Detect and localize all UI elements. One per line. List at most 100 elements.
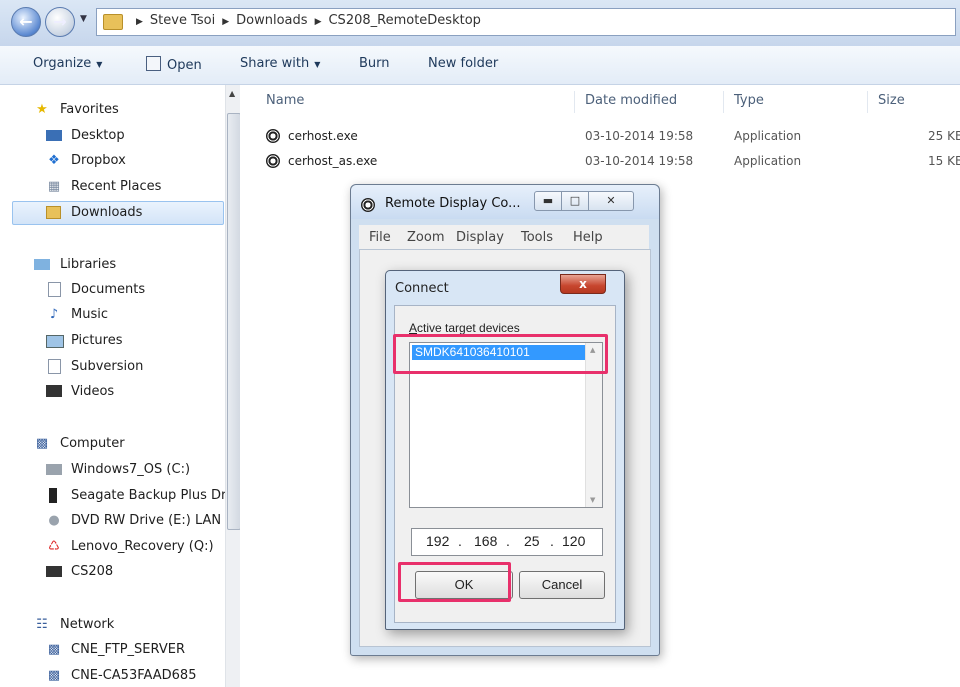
nav-videos[interactable]: Videos [0, 381, 225, 403]
address-bar: ← → ▼ ▶ Steve Tsoi ▶ Downloads ▶ CS208_Remote… [0, 0, 960, 46]
pictures-icon [46, 335, 64, 348]
open-button[interactable]: Open [146, 56, 202, 73]
nav-windows7-os[interactable]: Windows7_OS (C:) [0, 459, 225, 481]
nav-label: Music [71, 307, 108, 322]
file-type: Application [734, 129, 802, 143]
share-with-button[interactable]: Share with ▼ [240, 56, 320, 71]
cancel-button[interactable]: Cancel [519, 571, 605, 599]
chevron-right-icon[interactable]: ▶ [315, 17, 322, 27]
nav-subversion[interactable]: Subversion [0, 356, 225, 378]
nav-cs208[interactable]: CS208 [0, 561, 225, 583]
nav-dropbox[interactable]: ❖ Dropbox [0, 150, 225, 172]
table-row[interactable]: cerhost_as.exe 03-10-2014 19:58 Applicat… [262, 150, 960, 174]
computer-icon: ▩ [35, 436, 49, 451]
menu-file[interactable]: File [369, 230, 391, 245]
nav-label: Desktop [71, 128, 125, 143]
remote-display-title: Remote Display Co... [385, 196, 521, 211]
libraries-icon [34, 259, 50, 270]
organize-button[interactable]: Organize ▼ [33, 56, 102, 71]
nav-computer[interactable]: ▩ Computer [0, 433, 225, 455]
burn-button[interactable]: Burn [359, 56, 390, 71]
nav-label: Libraries [60, 257, 117, 272]
chevron-right-icon[interactable]: ▶ [222, 17, 229, 27]
recent-pages-dropdown-icon[interactable]: ▼ [80, 14, 87, 24]
column-divider[interactable] [723, 91, 724, 113]
new-folder-button[interactable]: New folder [428, 56, 498, 71]
nav-cne-ftp-server[interactable]: ▩ CNE_FTP_SERVER [0, 639, 225, 661]
nav-lenovo-recovery[interactable]: ♺ Lenovo_Recovery (Q:) [0, 536, 225, 558]
share-with-label: Share with [240, 56, 310, 71]
column-header-name[interactable]: Name [266, 93, 304, 108]
minimize-button[interactable]: ▬ [534, 191, 562, 211]
minimize-icon: ▬ [542, 194, 554, 207]
nav-label: Computer [60, 436, 125, 451]
nav-recent-places[interactable]: ▦ Recent Places [0, 176, 225, 198]
forward-arrow-icon[interactable]: → [45, 7, 75, 37]
column-header-size[interactable]: Size [878, 93, 905, 108]
close-button[interactable]: ✕ [588, 191, 634, 211]
menu-display[interactable]: Display [456, 230, 504, 245]
menu-tools[interactable]: Tools [521, 230, 553, 245]
menu-help[interactable]: Help [573, 230, 603, 245]
nav-libraries[interactable]: Libraries [0, 254, 225, 276]
subversion-icon [48, 359, 61, 374]
back-arrow-icon[interactable]: ← [11, 7, 41, 37]
table-row[interactable]: cerhost.exe 03-10-2014 19:58 Application… [262, 125, 960, 149]
breadcrumb-item[interactable]: CS208_RemoteDesktop [328, 13, 480, 28]
application-icon [266, 154, 280, 168]
nav-label: Favorites [60, 102, 119, 117]
column-header-date-modified[interactable]: Date modified [585, 93, 677, 108]
label-text: ctive target devices [417, 321, 520, 335]
breadcrumb-item[interactable]: Steve Tsoi [150, 13, 215, 28]
dropbox-icon: ❖ [48, 153, 60, 168]
ip-octet-1[interactable]: 192 [426, 533, 449, 549]
folder-icon [103, 14, 123, 30]
address-field[interactable]: ▶ Steve Tsoi ▶ Downloads ▶ CS208_RemoteDeskto… [96, 8, 956, 36]
menu-zoom[interactable]: Zoom [407, 230, 444, 245]
breadcrumb-item[interactable]: Downloads [236, 13, 307, 28]
ip-address-field[interactable]: 192 . 168 . 25 . 120 [411, 528, 603, 556]
close-button[interactable]: x [560, 274, 606, 294]
active-target-devices-label: Active target devices [409, 321, 520, 335]
scrollbar-thumb[interactable] [227, 113, 241, 530]
file-size: 15 KB [928, 154, 960, 168]
nav-label: CNE_FTP_SERVER [71, 642, 185, 657]
nav-label: Windows7_OS (C:) [71, 462, 191, 477]
nav-desktop[interactable]: Desktop [0, 125, 225, 147]
file-size: 25 KB [928, 129, 960, 143]
nav-music[interactable]: ♪ Music [0, 304, 225, 326]
label-mnemonic: A [409, 321, 418, 335]
videos-icon [46, 385, 62, 397]
column-header-type[interactable]: Type [734, 93, 764, 108]
ip-octet-2[interactable]: 168 [474, 533, 497, 549]
music-icon: ♪ [49, 307, 59, 322]
device-highlight-box [393, 334, 608, 374]
ip-octet-4[interactable]: 120 [562, 533, 585, 549]
column-divider[interactable] [574, 91, 575, 113]
organize-label: Organize [33, 56, 92, 71]
file-date: 03-10-2014 19:58 [585, 154, 694, 168]
computer-icon: ▩ [47, 642, 61, 657]
file-name: cerhost_as.exe [288, 154, 378, 168]
documents-icon [48, 282, 61, 297]
ip-octet-3[interactable]: 25 [524, 533, 540, 549]
scroll-down-arrow-icon[interactable]: ▼ [590, 496, 595, 504]
ip-separator: . [506, 533, 510, 549]
application-icon [266, 129, 280, 143]
maximize-button[interactable]: □ [561, 191, 589, 211]
nav-seagate[interactable]: Seagate Backup Plus Dr [0, 485, 225, 507]
nav-pictures[interactable]: Pictures [0, 330, 225, 352]
open-icon [146, 56, 161, 71]
scroll-up-arrow-icon[interactable]: ▲ [229, 89, 235, 98]
nav-downloads[interactable]: Downloads [12, 201, 224, 225]
nav-favorites[interactable]: ★ Favorites [0, 99, 225, 121]
nav-network[interactable]: ☷ Network [0, 614, 225, 636]
column-divider[interactable] [867, 91, 868, 113]
file-type: Application [734, 154, 802, 168]
nav-documents[interactable]: Documents [0, 279, 225, 301]
nav-cne-ca53faad685[interactable]: ▩ CNE-CA53FAAD685 [0, 665, 225, 687]
nav-pane-scrollbar[interactable]: ▲ [225, 85, 241, 687]
remote-display-title-bar[interactable]: Remote Display Co... ▬ □ ✕ [351, 185, 659, 219]
nav-dvd-drive[interactable]: ● DVD RW Drive (E:) LAN [0, 510, 225, 532]
chevron-right-icon[interactable]: ▶ [136, 17, 143, 27]
